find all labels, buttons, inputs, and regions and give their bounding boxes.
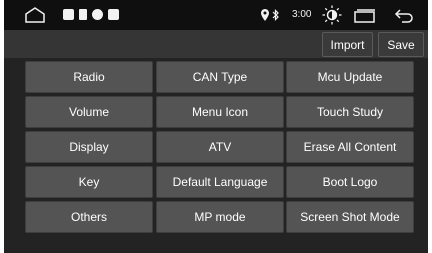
- key-button[interactable]: Key: [25, 166, 153, 198]
- window-icon[interactable]: [354, 9, 376, 28]
- action-bar: Import Save: [4, 30, 428, 58]
- volume-button[interactable]: Volume: [25, 96, 153, 128]
- mcu-update-button[interactable]: Mcu Update: [286, 61, 414, 93]
- notification-square-icon: [108, 9, 119, 20]
- back-icon[interactable]: [394, 9, 414, 28]
- notification-square-icon: [79, 9, 87, 20]
- bluetooth-icon: [272, 8, 280, 26]
- atv-button[interactable]: ATV: [156, 131, 284, 163]
- touch-study-button[interactable]: Touch Study: [286, 96, 414, 128]
- mp-mode-button[interactable]: MP mode: [156, 201, 284, 233]
- menu-icon-button[interactable]: Menu Icon: [156, 96, 284, 128]
- can-type-button[interactable]: CAN Type: [156, 61, 284, 93]
- notification-square-icon: [92, 9, 103, 20]
- home-outline-icon[interactable]: [24, 7, 46, 23]
- notification-square-icon: [63, 9, 74, 20]
- status-time: 3:00: [292, 9, 312, 20]
- boot-logo-button[interactable]: Boot Logo: [286, 166, 414, 198]
- erase-all-content-button[interactable]: Erase All Content: [286, 131, 414, 163]
- radio-button[interactable]: Radio: [25, 61, 153, 93]
- screen-shot-mode-button[interactable]: Screen Shot Mode: [286, 201, 414, 233]
- display-button[interactable]: Display: [25, 131, 153, 163]
- app-window: 3:00 Import Save Radio CAN Type Mcu Upda…: [4, 0, 428, 253]
- save-button[interactable]: Save: [378, 32, 424, 57]
- location-icon: [261, 8, 269, 26]
- default-language-button[interactable]: Default Language: [156, 166, 284, 198]
- others-button[interactable]: Others: [25, 201, 153, 233]
- brightness-icon[interactable]: [322, 5, 342, 30]
- status-bar: 3:00: [4, 0, 428, 30]
- import-button[interactable]: Import: [322, 32, 373, 57]
